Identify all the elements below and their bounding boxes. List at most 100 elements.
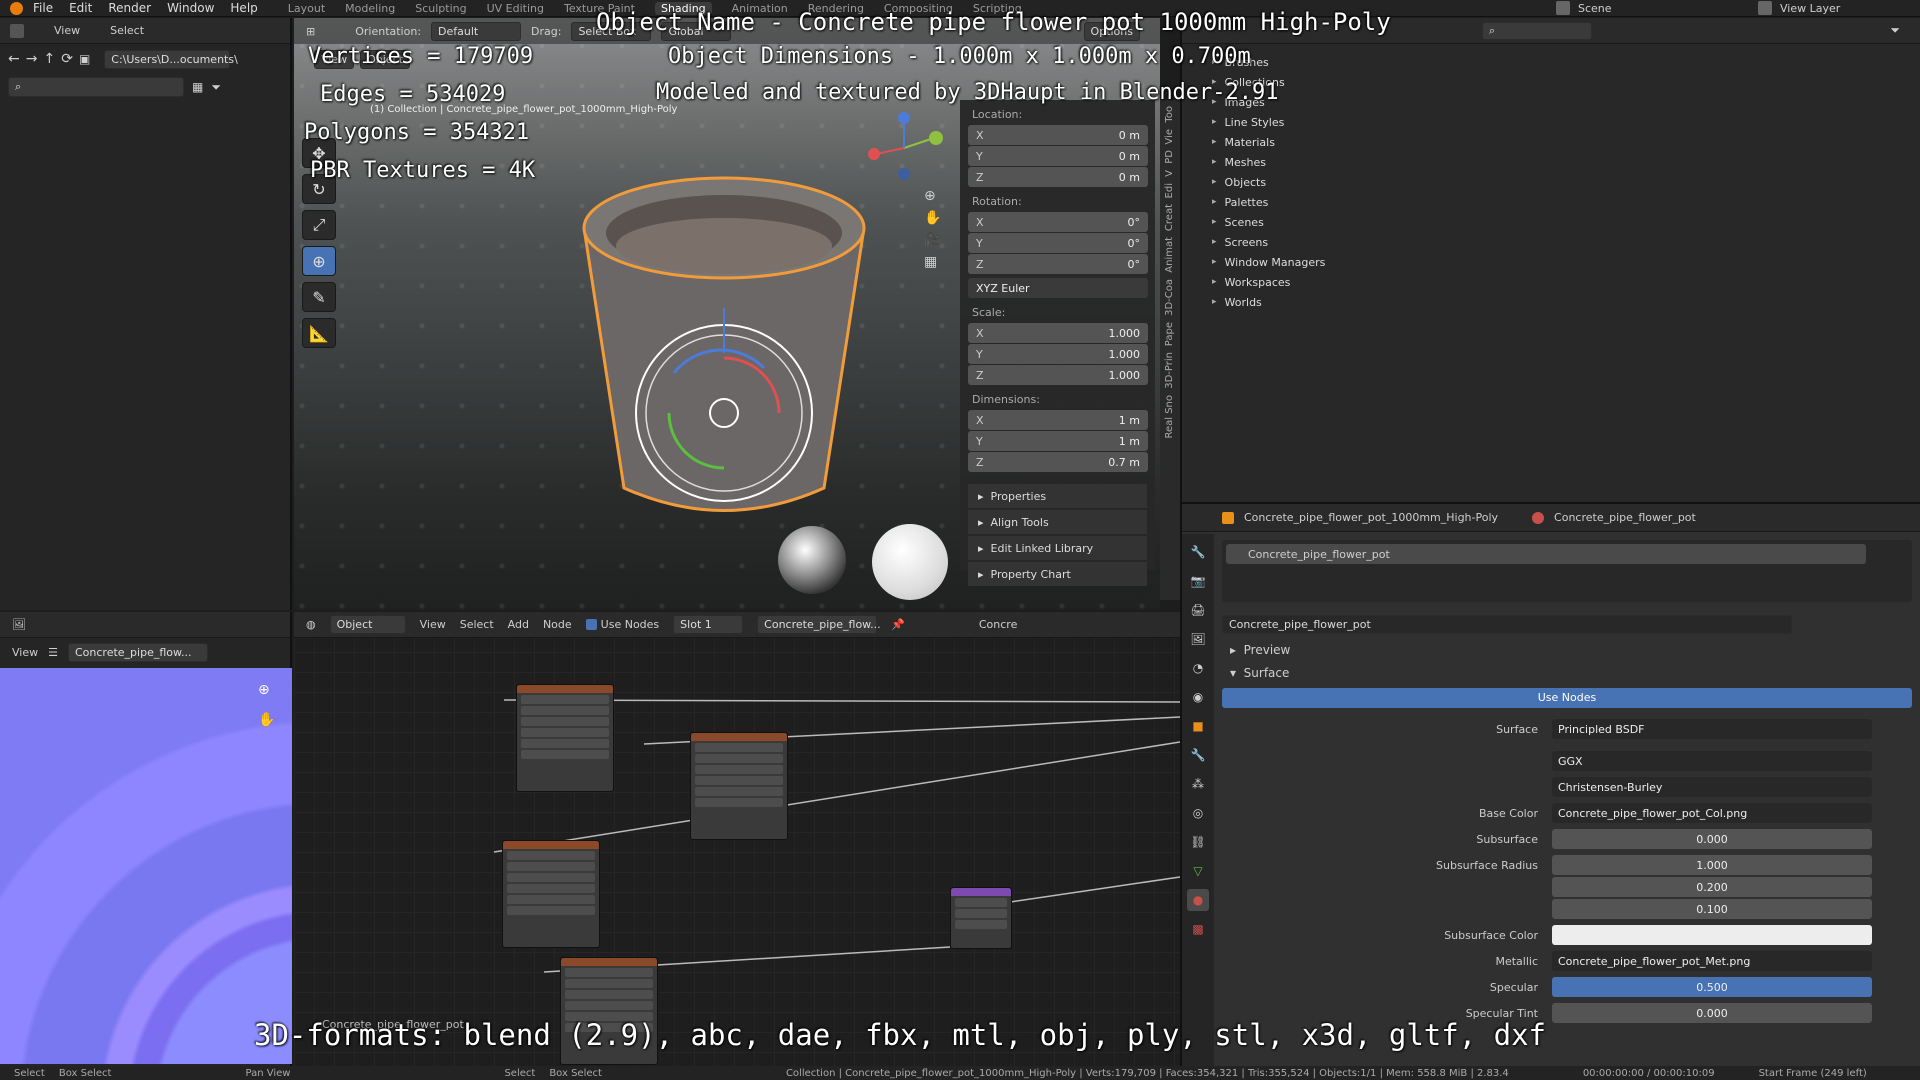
material-datablock-field[interactable]: Concrete_pipe_flower_pot	[1222, 614, 1792, 634]
scale-y-field[interactable]: Y 1.000	[968, 344, 1148, 364]
blender-logo-icon[interactable]	[10, 1, 23, 15]
list-item[interactable]: ▸ Workspaces	[1182, 272, 1920, 292]
tab-layout[interactable]: Layout	[288, 2, 325, 15]
tab-modeling[interactable]: Modeling	[345, 2, 395, 15]
location-y-field[interactable]: Y0 m	[968, 146, 1148, 166]
back-arrow-icon[interactable]: ←	[8, 51, 20, 67]
data-tab-icon[interactable]: ▽	[1187, 860, 1209, 882]
menu-help[interactable]: Help	[230, 1, 257, 15]
transform-tool-icon[interactable]: ⊕	[302, 246, 336, 276]
list-item[interactable]: ▸ Palettes	[1182, 192, 1920, 212]
list-item[interactable]: ▸ Scenes	[1182, 212, 1920, 232]
refresh-icon[interactable]: ⟳	[61, 51, 73, 67]
list-item[interactable]: ▸ Brushes	[1182, 52, 1920, 72]
vtab-3dcoat[interactable]: 3D-Coa	[1164, 279, 1175, 316]
rotation-y-field[interactable]: Y 0°	[968, 233, 1148, 253]
dimensions-z-field[interactable]: Z 0.7 m	[968, 452, 1148, 472]
menu-window[interactable]: Window	[167, 1, 214, 15]
pan-hand-icon[interactable]: ✋	[924, 210, 941, 226]
vtab-paper[interactable]: Pape	[1164, 322, 1175, 346]
preview-section[interactable]: ▸ Preview	[1222, 638, 1912, 662]
scale-z-field[interactable]: Z 1.000	[968, 365, 1148, 385]
vtab-edit[interactable]: Edi	[1164, 183, 1175, 198]
modifier-tab-icon[interactable]: 🔧	[1187, 744, 1209, 766]
zoom-icon[interactable]: ⊕	[924, 188, 941, 204]
shader-node-editor[interactable]: ◍ Object View Select Add Node Use Nodes …	[294, 612, 1180, 1066]
image-texture-node[interactable]	[516, 684, 614, 792]
parent-dir-icon[interactable]: ↑	[43, 51, 55, 67]
orientation-dropdown[interactable]: Default	[431, 21, 522, 41]
world-tab-icon[interactable]: ◉	[1187, 686, 1209, 708]
pot-model[interactable]	[564, 158, 884, 538]
scene-name[interactable]: Scene	[1578, 2, 1698, 15]
dimensions-x-field[interactable]: X1 m	[968, 410, 1148, 430]
location-x-field[interactable]: X0 m	[968, 125, 1148, 145]
list-item[interactable]: ▸ Materials	[1182, 132, 1920, 152]
annotate-tool-icon[interactable]: ✎	[302, 282, 336, 312]
section-edit-linked-library[interactable]: ▸ Edit Linked Library	[968, 536, 1147, 560]
image-texture-node[interactable]	[690, 732, 788, 840]
material-slot[interactable]: Concrete_pipe_flower_pot	[1226, 544, 1866, 564]
surface-section[interactable]: ▾ Surface	[1222, 662, 1912, 684]
filter-icon[interactable]: ⏷	[211, 80, 221, 95]
zoom-icon[interactable]: ⊕	[258, 682, 270, 698]
material-slot-list[interactable]: Concrete_pipe_flower_pot	[1222, 540, 1912, 602]
view-layer-icon[interactable]	[1758, 1, 1772, 15]
camera-icon[interactable]: 🎥	[924, 232, 941, 248]
editor-type-icon[interactable]: 🖼	[12, 618, 26, 631]
filter-icon[interactable]: ⏷	[1890, 23, 1900, 38]
path-field[interactable]: C:\Users\D...ocuments\	[104, 49, 238, 69]
vtab-pd[interactable]: PD	[1164, 150, 1175, 164]
image-view-menu[interactable]: View	[12, 646, 38, 659]
fb-menu-view[interactable]: View	[54, 24, 80, 37]
list-item[interactable]: ▸ Images	[1182, 92, 1920, 112]
normal-map-image[interactable]: ⊕ ✋	[0, 668, 292, 1064]
rotation-z-field[interactable]: Z 0°	[968, 254, 1148, 274]
scene-icon[interactable]	[1556, 1, 1570, 15]
grid-icon[interactable]: ▦	[924, 254, 941, 270]
rotation-mode-dropdown[interactable]: XYZ Euler	[968, 278, 1148, 298]
location-z-field[interactable]: Z0 m	[968, 167, 1148, 187]
measure-tool-icon[interactable]: 📐	[302, 318, 336, 348]
tab-sculpting[interactable]: Sculpting	[415, 2, 466, 15]
image-texture-node[interactable]	[502, 840, 600, 948]
list-item[interactable]: ▸ Window Managers	[1182, 252, 1920, 272]
scale-tool-icon[interactable]: ⤢	[302, 210, 336, 240]
view-layer-name[interactable]: View Layer	[1780, 2, 1920, 15]
vtab-tool[interactable]: Too	[1164, 106, 1175, 123]
new-folder-icon[interactable]: ▣	[79, 52, 90, 66]
menu-file[interactable]: File	[33, 1, 53, 15]
hamburger-icon[interactable]: ☰	[48, 646, 58, 659]
tab-uv-editing[interactable]: UV Editing	[487, 2, 544, 15]
vtab-view[interactable]: Vie	[1164, 129, 1175, 145]
section-properties[interactable]: ▸ Properties	[968, 484, 1147, 508]
pan-hand-icon[interactable]: ✋	[258, 712, 275, 728]
material-tab-icon[interactable]: ●	[1187, 889, 1209, 911]
output-tab-icon[interactable]: 🖨	[1187, 599, 1209, 621]
menu-render[interactable]: Render	[108, 1, 151, 15]
constraints-tab-icon[interactable]: ⛓	[1187, 831, 1209, 853]
list-item[interactable]: ▸ Meshes	[1182, 152, 1920, 172]
render-tab-icon[interactable]: 📷	[1187, 570, 1209, 592]
vtab-real-snow[interactable]: Real Sno	[1164, 395, 1175, 439]
particles-tab-icon[interactable]: ⁂	[1187, 773, 1209, 795]
scene-tab-icon[interactable]: ◔	[1187, 657, 1209, 679]
vtab-create[interactable]: Creat	[1164, 204, 1175, 231]
list-item[interactable]: ▸ Line Styles	[1182, 112, 1920, 132]
fb-menu-select[interactable]: Select	[110, 24, 144, 37]
view-layer-tab-icon[interactable]: 🖼	[1187, 628, 1209, 650]
texture-tab-icon[interactable]: ▩	[1187, 918, 1209, 940]
vtab-animation[interactable]: Animat	[1164, 237, 1175, 273]
display-mode-icon[interactable]: ▦	[192, 80, 203, 94]
tool-tab-icon[interactable]: 🔧	[1187, 541, 1209, 563]
list-item[interactable]: ▸ Worlds	[1182, 292, 1920, 312]
list-item[interactable]: ▸ Objects	[1182, 172, 1920, 192]
vtab-v[interactable]: V	[1164, 170, 1175, 177]
subsurface-color-swatch[interactable]	[1552, 925, 1872, 945]
image-datablock-field[interactable]: Concrete_pipe_flow...	[67, 642, 208, 662]
navigation-gizmo[interactable]	[864, 108, 944, 188]
use-nodes-button[interactable]: Use Nodes	[1222, 688, 1912, 708]
props-object-name[interactable]: Concrete_pipe_flower_pot_1000mm_High-Pol…	[1244, 511, 1498, 524]
vtab-3dprint[interactable]: 3D-Prin	[1164, 352, 1175, 389]
section-align-tools[interactable]: ▸ Align Tools	[968, 510, 1147, 534]
